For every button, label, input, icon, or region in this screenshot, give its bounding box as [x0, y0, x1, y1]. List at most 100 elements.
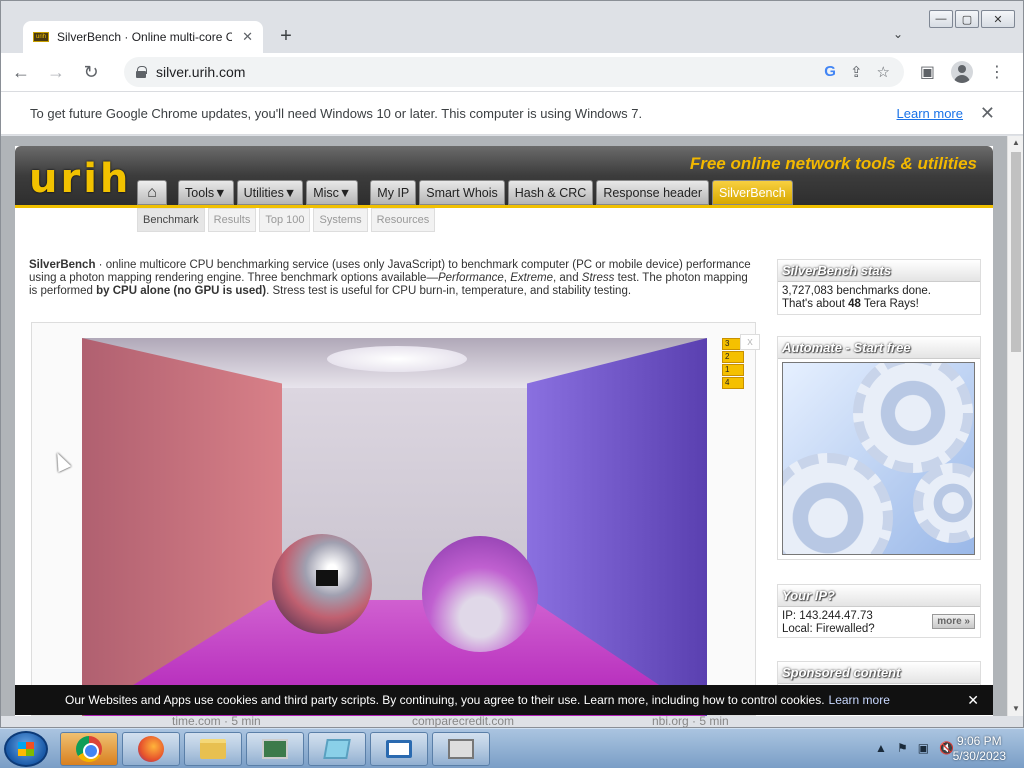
lock-icon[interactable] — [136, 66, 147, 78]
google-translate-icon[interactable]: G — [824, 63, 836, 81]
photon-render-canvas[interactable] — [82, 338, 707, 716]
subnav-top-100[interactable]: Top 100 — [259, 208, 311, 232]
minimize-button[interactable]: — — [929, 10, 953, 28]
taskbar-firefox[interactable] — [122, 732, 180, 766]
taskbar-app-4[interactable] — [246, 732, 304, 766]
taskbar-app-5[interactable] — [308, 732, 366, 766]
main-nav: Tools▼ Utilities▼ Misc▼ My IP Smart Whoi… — [178, 180, 793, 205]
network-icon[interactable]: ▣ — [918, 741, 929, 755]
favicon: urih — [33, 32, 49, 42]
peek-link[interactable]: time.com · 5 min — [172, 714, 261, 728]
clock-time: 9:06 PM — [956, 734, 1002, 748]
task-manager-icon — [262, 739, 288, 759]
start-button[interactable] — [4, 731, 48, 767]
folder-icon — [200, 739, 226, 759]
update-infobar: To get future Google Chrome updates, you… — [1, 91, 1023, 135]
scroll-down-icon[interactable]: ▼ — [1008, 702, 1023, 716]
menu-kebab-icon[interactable]: ⋮ — [989, 62, 1005, 82]
bookmark-star-icon[interactable]: ☆ — [877, 63, 890, 81]
taskbar-chrome[interactable] — [60, 732, 118, 766]
intro-paragraph: SilverBench · online multicore CPU bench… — [29, 259, 753, 298]
close-window-button[interactable]: ✕ — [981, 10, 1015, 28]
tray-expand-icon[interactable]: ▲ — [875, 741, 887, 755]
nav-silverbench[interactable]: SilverBench — [712, 180, 793, 205]
system-tray: ▲ ⚑ ▣ 🔇 — [875, 741, 954, 755]
stats-box: SilverBench stats 3,727,083 benchmarks d… — [777, 259, 981, 315]
reload-icon[interactable]: ↻ — [76, 57, 106, 87]
peek-link[interactable]: comparecredit.com — [412, 714, 514, 728]
window-icon — [386, 740, 412, 758]
render-close-icon[interactable]: x — [740, 334, 760, 350]
nav-misc[interactable]: Misc▼ — [306, 180, 359, 205]
notepad-icon — [323, 739, 351, 759]
peek-link[interactable]: nbi.org · 5 min — [652, 714, 729, 728]
nav-response-header[interactable]: Response header — [596, 180, 710, 205]
browser-toolbar: ← → ↻ silver.urih.com G ⇪ ☆ ▣ ⋮ — [1, 53, 1023, 91]
sponsored-title: Sponsored content — [778, 662, 980, 684]
tab-strip: urih SilverBench · Online multi-core C ✕… — [1, 1, 1023, 53]
subnav-resources[interactable]: Resources — [370, 208, 436, 232]
firefox-icon — [138, 736, 164, 762]
printer-icon — [448, 739, 474, 759]
back-icon[interactable]: ← — [6, 57, 36, 87]
site-logo[interactable]: urih — [29, 156, 131, 202]
address-bar[interactable]: silver.urih.com G ⇪ ☆ — [124, 57, 904, 87]
stats-count: 3,727,083 benchmarks done. — [782, 285, 931, 297]
side-panel-icon[interactable]: ▣ — [920, 62, 935, 82]
new-tab-button[interactable]: + — [275, 25, 297, 48]
infobar-close-icon[interactable]: ✕ — [980, 103, 995, 124]
action-center-icon[interactable]: ⚑ — [897, 741, 908, 755]
automate-ad-box[interactable]: Automate - Start free — [777, 336, 981, 560]
subnav-benchmark[interactable]: Benchmark — [137, 208, 205, 232]
page-scrollbar[interactable]: ▲ ▼ — [1007, 136, 1023, 716]
windows-taskbar: ▲ ⚑ ▣ 🔇 9:06 PM 5/30/2023 — [0, 728, 1024, 768]
intro-brand: SilverBench — [29, 259, 96, 271]
gears-image[interactable] — [782, 362, 975, 555]
your-ip-box: Your IP? IP: 143.244.47.73 Local: Firewa… — [777, 584, 981, 638]
infobar-learn-more-link[interactable]: Learn more — [897, 106, 963, 121]
site-tagline: Free online network tools & utilities — [689, 154, 977, 173]
site-header: urih Free online network tools & utiliti… — [15, 146, 993, 208]
glass-sphere — [422, 536, 538, 652]
taskbar-app-6[interactable] — [370, 732, 428, 766]
nav-tools[interactable]: Tools▼ — [178, 180, 234, 205]
home-icon[interactable]: ⌂ — [137, 180, 167, 205]
nav-my-ip[interactable]: My IP — [370, 180, 417, 205]
legend-item: 1 — [722, 364, 744, 376]
taskbar-app-7[interactable] — [432, 732, 490, 766]
ip-more-button[interactable]: more » — [932, 614, 975, 629]
scroll-thumb[interactable] — [1011, 152, 1021, 352]
cookie-close-icon[interactable]: ✕ — [967, 692, 979, 709]
nav-hash-crc[interactable]: Hash & CRC — [507, 180, 594, 205]
page-viewport: urih Free online network tools & utiliti… — [1, 136, 1023, 716]
clock[interactable]: 9:06 PM 5/30/2023 — [953, 734, 1006, 764]
profile-avatar-icon[interactable] — [951, 61, 973, 83]
share-icon[interactable]: ⇪ — [850, 63, 863, 81]
intro-sep-2: , and — [553, 272, 582, 284]
clock-date: 5/30/2023 — [952, 749, 1006, 763]
subnav-results[interactable]: Results — [207, 208, 257, 232]
window-controls: — ▢ ✕ — [929, 10, 1015, 28]
legend-item: 2 — [722, 351, 744, 363]
automate-title[interactable]: Automate - Start free — [778, 337, 980, 359]
tab-close-icon[interactable]: ✕ — [242, 29, 253, 45]
nav-smart-whois[interactable]: Smart Whois — [419, 180, 505, 205]
scroll-up-icon[interactable]: ▲ — [1008, 136, 1023, 150]
cookie-message: Our Websites and Apps use cookies and th… — [65, 693, 825, 707]
url-text[interactable]: silver.urih.com — [156, 64, 245, 80]
stats-rays-value: 48 — [848, 298, 861, 310]
stats-title: SilverBench stats — [778, 260, 980, 282]
legend-item: 4 — [722, 377, 744, 389]
tab-silverbench[interactable]: urih SilverBench · Online multi-core C ✕ — [23, 21, 263, 53]
maximize-button[interactable]: ▢ — [955, 10, 979, 28]
tab-search-icon[interactable]: ⌄ — [893, 27, 903, 41]
taskbar-explorer[interactable] — [184, 732, 242, 766]
stats-rays-post: Tera Rays! — [860, 298, 919, 310]
cookie-learn-more-link[interactable]: Learn more — [829, 693, 890, 707]
cookie-banner: Our Websites and Apps use cookies and th… — [15, 685, 993, 715]
forward-icon[interactable]: → — [41, 57, 71, 87]
subnav-systems[interactable]: Systems — [313, 208, 368, 232]
sub-nav: Benchmark Results Top 100 Systems Resour… — [137, 208, 436, 232]
benchmark-panel: 3 2 1 4 x — [31, 322, 760, 716]
nav-utilities[interactable]: Utilities▼ — [236, 180, 304, 205]
